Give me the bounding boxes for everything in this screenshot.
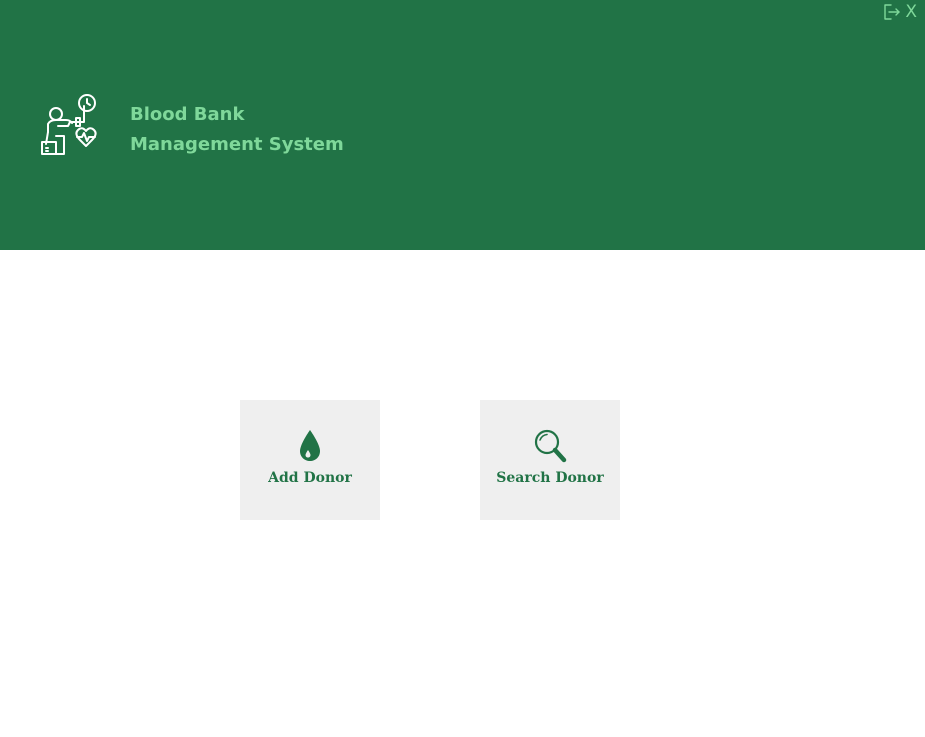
blood-drop-icon [300,430,320,461]
blood-donation-icon [41,94,97,155]
magnifier-icon [534,429,567,463]
logout-icon[interactable] [883,3,901,21]
window-controls: X [883,0,917,24]
close-button[interactable]: X [905,0,917,24]
search-donor-button[interactable]: Search Donor [480,400,620,520]
add-donor-button[interactable]: Add Donor [240,400,380,520]
add-donor-label: Add Donor [268,470,352,486]
header-banner: Blood Bank Management System X [0,0,925,250]
app-title-line2: Management System [130,134,344,155]
app-title-line1: Blood Bank [130,104,245,125]
search-donor-label: Search Donor [496,470,604,486]
